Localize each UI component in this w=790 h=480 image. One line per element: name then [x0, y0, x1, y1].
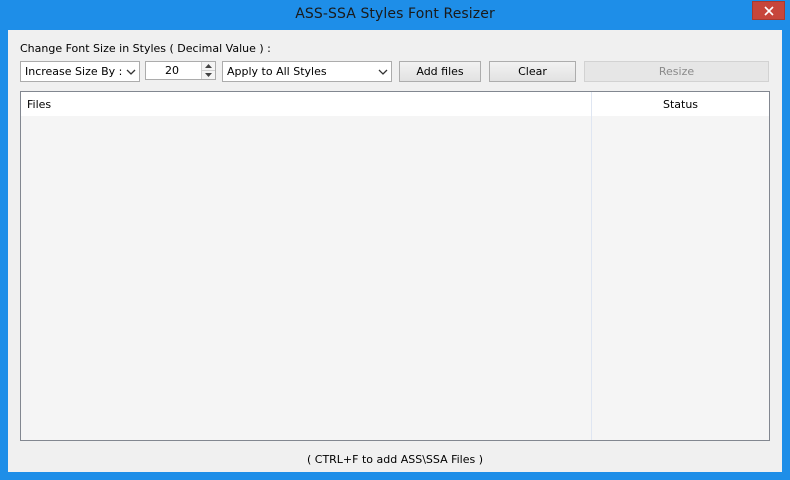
chevron-down-icon — [378, 69, 388, 75]
close-icon — [763, 5, 774, 16]
font-size-value: 20 — [165, 64, 179, 77]
column-header-files[interactable]: Files — [27, 98, 51, 111]
apply-scope-value: Apply to All Styles — [227, 65, 327, 78]
size-mode-select[interactable]: Increase Size By : — [20, 61, 140, 82]
file-list[interactable]: Files Status — [20, 91, 770, 441]
client-area: Change Font Size in Styles ( Decimal Val… — [8, 30, 782, 472]
spin-up-button[interactable] — [202, 62, 215, 71]
column-header-status[interactable]: Status — [592, 98, 769, 111]
shortcut-hint: ( CTRL+F to add ASS\SSA Files ) — [306, 453, 484, 466]
resize-button[interactable]: Resize — [584, 61, 769, 82]
file-list-header: Files Status — [21, 92, 769, 116]
chevron-down-icon — [126, 69, 136, 75]
size-mode-value: Increase Size By : — [25, 65, 123, 78]
triangle-down-icon — [205, 73, 212, 77]
add-files-button[interactable]: Add files — [399, 61, 481, 82]
font-size-group-label: Change Font Size in Styles ( Decimal Val… — [20, 42, 271, 55]
font-size-stepper[interactable]: 20 — [145, 61, 216, 80]
spin-control — [201, 62, 215, 79]
close-button[interactable] — [752, 1, 785, 20]
title-bar: ASS-SSA Styles Font Resizer — [0, 0, 790, 30]
window-title: ASS-SSA Styles Font Resizer — [295, 6, 495, 22]
triangle-up-icon — [205, 64, 212, 68]
apply-scope-select[interactable]: Apply to All Styles — [222, 61, 392, 82]
clear-button[interactable]: Clear — [489, 61, 576, 82]
column-divider[interactable] — [591, 92, 592, 440]
spin-down-button[interactable] — [202, 71, 215, 79]
